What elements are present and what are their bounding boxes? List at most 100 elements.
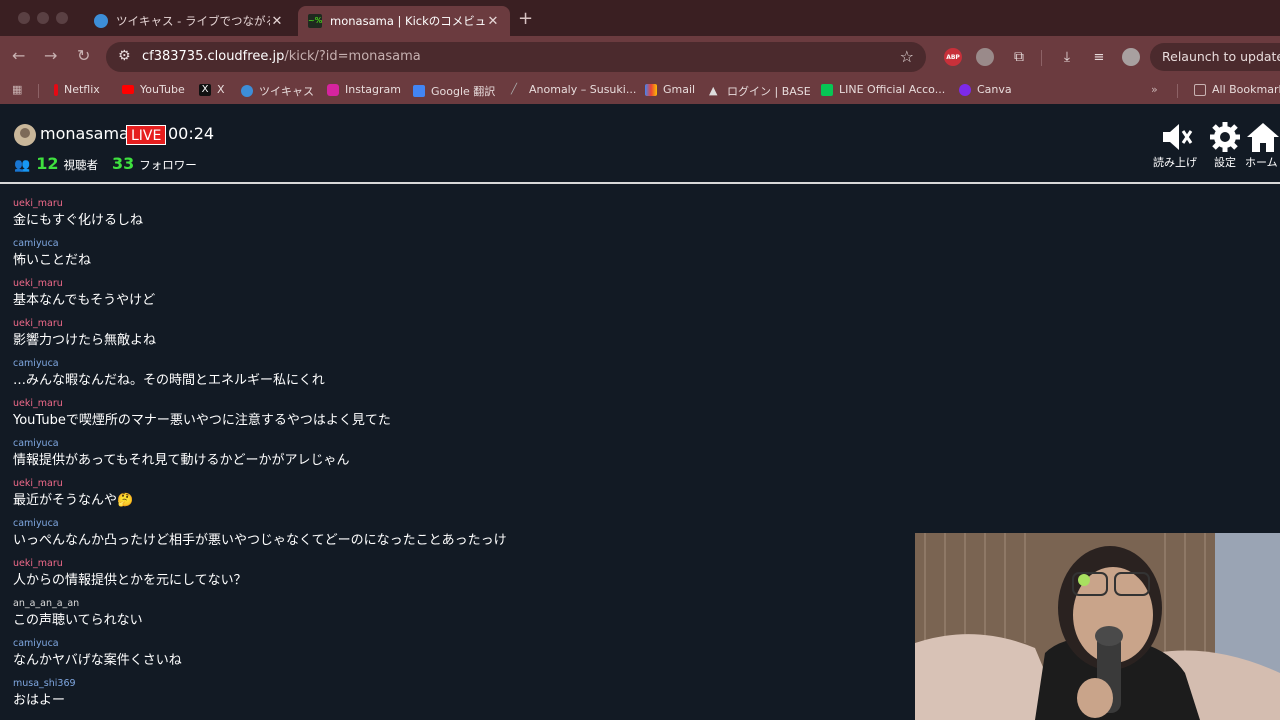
extension-icon[interactable]: [976, 48, 994, 66]
bookmark-label: X: [217, 83, 225, 96]
chat-username[interactable]: ueki_maru: [13, 398, 900, 410]
chat-username[interactable]: camiyuca: [13, 358, 900, 370]
relaunch-to-update-button[interactable]: Relaunch to update: [1150, 43, 1280, 71]
line-icon: [821, 83, 833, 96]
webcam-overlay: [915, 533, 1280, 720]
browser-toolbar: ← → ↻ ⚙ cf383735.cloudfree.jp/kick/?id=m…: [0, 36, 1280, 78]
chat-message: ueki_maru 人からの情報提供とかを元にしてない？: [0, 558, 900, 598]
bookmark-youtube[interactable]: YouTube: [122, 83, 185, 96]
chat-list: ueki_maru 金にもすぐ化けるしね camiyuca 怖いことだね ueki_…: [0, 198, 900, 718]
chat-username[interactable]: camiyuca: [13, 638, 900, 650]
profile-avatar-icon[interactable]: [1122, 48, 1140, 66]
chat-message: musa_shi369 おはよー: [0, 678, 900, 718]
chat-username[interactable]: ueki_maru: [13, 198, 900, 210]
window-minimize-button[interactable]: [37, 12, 49, 24]
url-path: /kick/?id=monasama: [284, 49, 421, 64]
gmail-icon: [645, 83, 657, 96]
url-text[interactable]: cf383735.cloudfree.jp/kick/?id=monasama: [142, 49, 421, 64]
bookmark-google-translate[interactable]: Google 翻訳: [413, 83, 495, 99]
avatar: [14, 124, 36, 146]
bookmark-anomaly[interactable]: ╱ Anomaly – Susuki...: [511, 83, 636, 96]
viewers-label: 視聴者: [63, 158, 98, 172]
chat-message: ueki_maru 影響力つけたら無敵よね: [0, 318, 900, 358]
adblock-extension-icon[interactable]: ABP: [944, 48, 962, 66]
stream-stats: 👥 12 視聴者 33 フォロワー: [14, 154, 197, 173]
bookmark-line-official[interactable]: LINE Official Acco...: [821, 83, 945, 96]
viewers-icon: 👥: [14, 158, 31, 173]
tab-title: monasama | Kickのコメビュ: [330, 14, 486, 28]
chat-username[interactable]: ueki_maru: [13, 558, 900, 570]
reading-list-icon[interactable]: ≡: [1090, 48, 1108, 66]
site-info-icon[interactable]: ⚙: [118, 48, 131, 64]
settings-button[interactable]: 設定: [1200, 120, 1250, 170]
bookmark-base[interactable]: ▲ ログイン | BASE: [709, 83, 811, 99]
bookmark-label: LINE Official Acco...: [839, 83, 946, 96]
address-bar[interactable]: ⚙ cf383735.cloudfree.jp/kick/?id=monasam…: [106, 42, 926, 72]
bookmark-twitcasting[interactable]: ツイキャス: [241, 83, 314, 99]
x-logo-icon: X: [199, 83, 211, 96]
bookmark-canva[interactable]: Canva: [959, 83, 1012, 96]
new-tab-button[interactable]: +: [518, 8, 533, 29]
chat-username[interactable]: ueki_maru: [13, 318, 900, 330]
apps-grid-icon[interactable]: ▦: [12, 83, 22, 96]
home-button[interactable]: ホーム: [1245, 120, 1280, 170]
home-icon: [1245, 120, 1280, 154]
bookmark-label: Google 翻訳: [431, 85, 496, 98]
window-close-button[interactable]: [18, 12, 30, 24]
bookmark-label: Netflix: [64, 83, 100, 96]
chat-username[interactable]: ueki_maru: [13, 478, 900, 490]
reload-icon[interactable]: ↻: [77, 46, 90, 65]
youtube-icon: [122, 85, 134, 94]
tab-close-icon[interactable]: ✕: [486, 14, 500, 29]
bookmark-gmail[interactable]: Gmail: [645, 83, 695, 96]
tab-title: ツイキャス - ライブでつながるコ: [116, 14, 270, 28]
read-aloud-button[interactable]: 読み上げ: [1150, 120, 1200, 170]
settings-label: 設定: [1214, 156, 1236, 169]
toolbar-divider: [1041, 50, 1042, 66]
all-bookmarks-folder[interactable]: All Bookmarks: [1194, 83, 1280, 96]
canva-icon: [959, 83, 971, 96]
chat-message: ueki_maru YouTubeで喫煙所のマナー悪いやつに注意するやつはよく見て…: [0, 398, 900, 438]
back-icon[interactable]: ←: [12, 46, 25, 65]
chat-message: camiyuca なんかヤバげな案件くさいね: [0, 638, 900, 678]
chat-username[interactable]: camiyuca: [13, 238, 900, 250]
bookmark-label: Instagram: [345, 83, 401, 96]
bookmark-instagram[interactable]: Instagram: [327, 83, 401, 96]
bookmark-label: ツイキャス: [259, 85, 314, 98]
chat-username[interactable]: ueki_maru: [13, 278, 900, 290]
extensions-puzzle-icon[interactable]: ⧉: [1010, 48, 1028, 66]
bookmark-label: ログイン | BASE: [727, 85, 811, 98]
chat-text: 金にもすぐ化けるしね: [13, 213, 144, 228]
chat-username[interactable]: camiyuca: [13, 438, 900, 450]
chat-text: …みんな暇なんだね。その時間とエネルギー私にくれ: [13, 373, 325, 388]
chat-text: YouTubeで喫煙所のマナー悪いやつに注意するやつはよく見てた: [13, 413, 391, 428]
chat-message: camiyuca 怖いことだね: [0, 238, 900, 278]
chat-username[interactable]: an_a_an_a_an: [13, 598, 900, 610]
chat-username[interactable]: musa_shi369: [13, 678, 900, 690]
bookmark-netflix[interactable]: Netflix: [54, 83, 100, 96]
more-bookmarks-chevron-icon[interactable]: »: [1151, 83, 1158, 96]
bookmark-star-icon[interactable]: ☆: [900, 47, 914, 66]
chat-message: ueki_maru 基本なんでもそうやけど: [0, 278, 900, 318]
webcam-video-frame: [915, 533, 1280, 720]
window-zoom-button[interactable]: [56, 12, 68, 24]
download-icon[interactable]: ⤓: [1058, 48, 1076, 66]
chat-message: camiyuca いっぺんなんか凸ったけど相手が悪いやつじゃなくてどーのになったこ…: [0, 518, 900, 558]
chat-text: 影響力つけたら無敵よね: [13, 333, 157, 348]
google-translate-icon: [413, 85, 425, 97]
bookmark-x[interactable]: XX: [199, 83, 225, 96]
chat-message: camiyuca 情報提供があってもそれ見て動けるかどーかがアレじゃん: [0, 438, 900, 478]
speaker-mute-icon: [1150, 120, 1200, 154]
tab-close-icon[interactable]: ✕: [270, 14, 284, 29]
home-label: ホーム: [1245, 156, 1278, 169]
chat-username[interactable]: camiyuca: [13, 518, 900, 530]
kick-favicon-icon: ~%: [308, 14, 322, 28]
tab-kick-comment-viewer[interactable]: ~% monasama | Kickのコメビュ ✕: [298, 6, 510, 36]
tab-twitcasting[interactable]: ツイキャス - ライブでつながるコ ✕: [84, 6, 294, 36]
bookmarks-divider: [1177, 84, 1178, 98]
chat-text: 怖いことだね: [13, 253, 92, 268]
twitcasting-favicon-icon: [94, 14, 108, 28]
read-aloud-label: 読み上げ: [1153, 156, 1197, 169]
chat-message: ueki_maru 金にもすぐ化けるしね: [0, 198, 900, 238]
forward-icon[interactable]: →: [44, 46, 57, 65]
